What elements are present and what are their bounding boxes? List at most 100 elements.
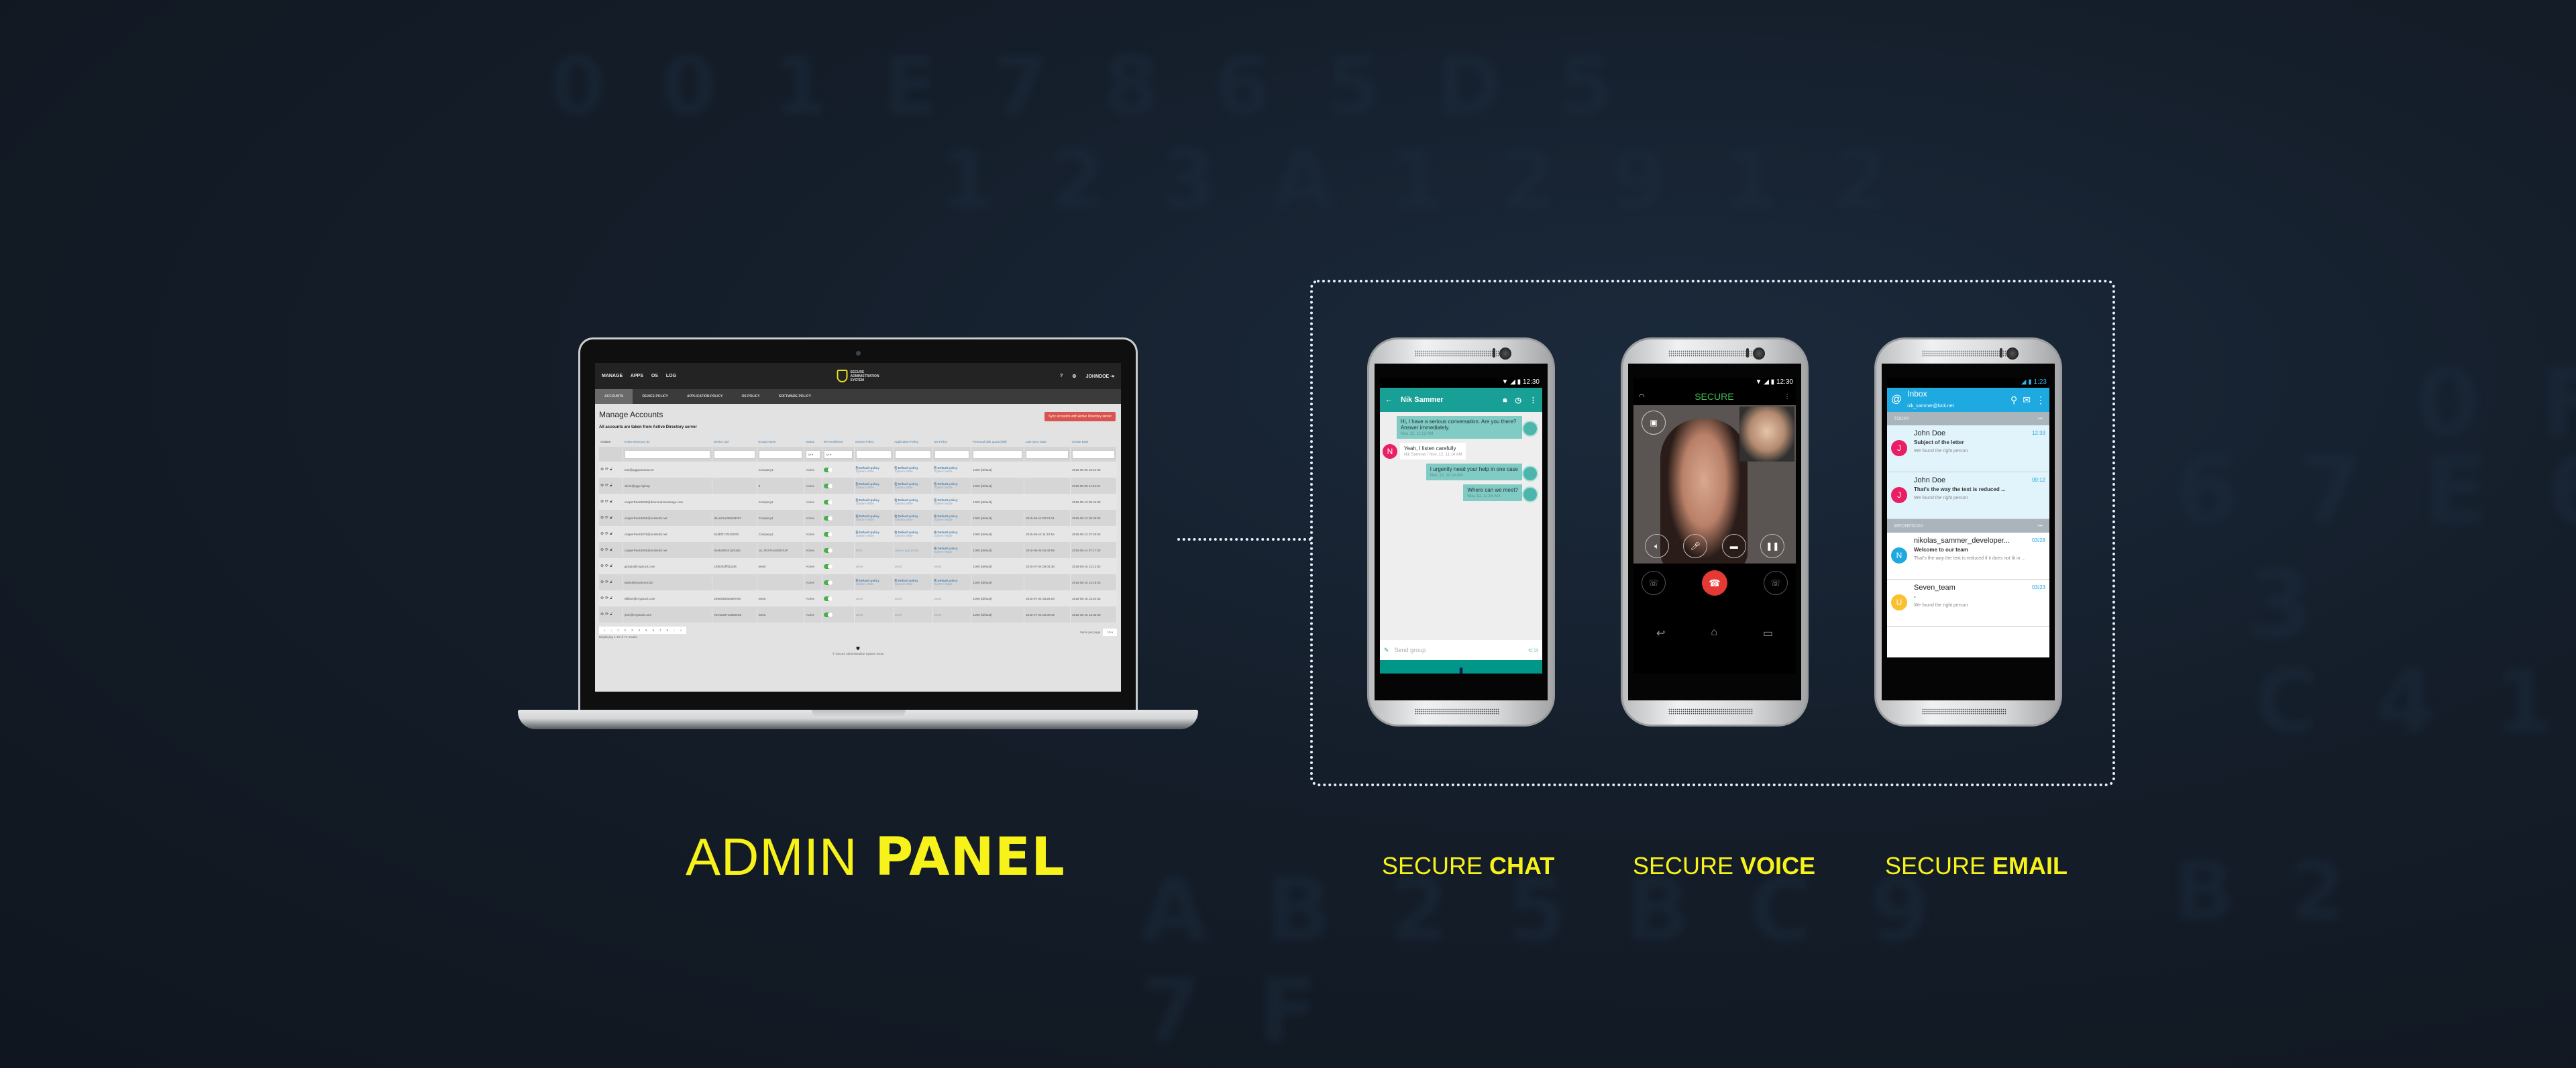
video-button[interactable]: ▬	[1721, 534, 1746, 558]
os-policy[interactable]: wtest	[932, 590, 972, 606]
more-vert-icon[interactable]: ⋮	[2036, 394, 2045, 406]
tab-software-policy[interactable]: SOFTWARE POLICY	[769, 389, 820, 404]
column-header[interactable]: Actions	[599, 436, 623, 447]
nav-log[interactable]: LOG	[666, 374, 676, 378]
reenroll-toggle[interactable]	[824, 596, 833, 601]
unlock-icon[interactable]: 🔓︎	[610, 500, 614, 504]
ad-id-link[interactable]: casperPack5091@nsdss48.net	[623, 542, 713, 558]
app-policy[interactable]: wtest	[893, 558, 933, 574]
tab-application-policy[interactable]: APPLICATION POLICY	[678, 389, 733, 404]
os-policy[interactable]: wtest	[932, 558, 972, 574]
refresh-icon[interactable]: ⟳	[605, 468, 610, 472]
search-icon[interactable]: ⚲	[2010, 394, 2017, 406]
reenroll-toggle[interactable]	[824, 499, 833, 504]
app-policy[interactable]: ⎘ Default policy System Wide	[893, 574, 933, 590]
sync-ad-button[interactable]: Sync accounts with Active Directory serv…	[1044, 412, 1116, 421]
refresh-icon[interactable]: ⟳	[605, 548, 610, 552]
page-link[interactable]: 7	[657, 629, 664, 632]
more-horiz-icon[interactable]: •••	[2038, 524, 2043, 529]
hangup-button[interactable]: ☎︎	[1702, 570, 1727, 596]
delete-icon[interactable]: ⊗	[600, 500, 605, 504]
recents-nav-icon[interactable]: ▭	[1763, 627, 1773, 640]
page-link[interactable]: 2	[622, 629, 629, 632]
page-link[interactable]: 4	[636, 629, 643, 632]
shield-mail-icon[interactable]: @	[1891, 394, 1902, 406]
home-nav-icon[interactable]: ⌂	[1711, 627, 1717, 640]
page-link[interactable]: ‹	[608, 629, 615, 632]
unlock-icon[interactable]: 🔓︎	[610, 596, 614, 600]
delete-icon[interactable]: ⊗	[600, 516, 605, 520]
device-policy[interactable]: ⎘ Default policy System Wide	[854, 478, 894, 494]
page-link[interactable]: 5	[643, 629, 650, 632]
add-call-button[interactable]: ☏	[1642, 571, 1666, 595]
unlock-icon[interactable]: 🔓︎	[610, 612, 614, 617]
gear-icon[interactable]: ⚙	[1072, 374, 1076, 379]
unlock-icon[interactable]: 🔓︎	[610, 580, 614, 584]
ad-id-link[interactable]: test@pgppanama.me	[623, 462, 713, 478]
items-per-page-select[interactable]: 10 ▾	[1103, 629, 1117, 636]
ad-id-link[interactable]: jean@cryptuck.com	[623, 606, 713, 623]
unlock-icon[interactable]: 🔓︎	[610, 484, 614, 488]
filter-input[interactable]	[758, 449, 803, 459]
app-policy[interactable]: ⎘ Default policy System Wide	[893, 526, 933, 542]
nav-os[interactable]: OS	[651, 374, 658, 378]
walkie-talkie-icon[interactable]: ▮	[1459, 665, 1464, 674]
os-policy[interactable]: wtest	[932, 606, 972, 623]
more-horiz-icon[interactable]: •••	[2038, 417, 2043, 421]
device-policy[interactable]: wtest	[854, 590, 894, 606]
refresh-icon[interactable]: ⟳	[605, 532, 610, 536]
timer-icon[interactable]: ◷	[1515, 396, 1521, 405]
filter-input[interactable]	[894, 449, 931, 459]
page-link[interactable]: 6	[650, 629, 657, 632]
unlock-icon[interactable]: 🔓︎	[610, 532, 614, 536]
lock-icon[interactable]: 🔒︎	[1503, 396, 1507, 405]
ad-id-link[interactable]: silent@pgp.hiphop	[623, 478, 713, 494]
page-link[interactable]: «	[601, 629, 608, 632]
ad-id-link[interactable]: william@cryptuck.com	[623, 590, 713, 606]
nav-manage[interactable]: MANAGE	[602, 374, 623, 378]
attachment-icon[interactable]: ⊂⊃	[1528, 647, 1538, 654]
nav-apps[interactable]: APPS	[631, 374, 643, 378]
app-policy[interactable]: casper app policy	[893, 542, 933, 558]
switch-camera-button[interactable]: ▣	[1642, 411, 1666, 435]
filter-input[interactable]	[1072, 449, 1115, 459]
delete-icon[interactable]: ⊗	[600, 484, 605, 488]
page-link[interactable]: 1	[614, 629, 622, 632]
column-header[interactable]: Group Name	[757, 436, 804, 447]
mic-button[interactable]: 🎤︎	[1683, 534, 1708, 558]
more-vert-icon[interactable]: ⋮	[1784, 393, 1790, 400]
os-policy[interactable]: ⎘ Default policy System Wide	[932, 574, 972, 590]
unlock-icon[interactable]: 🔓︎	[610, 516, 614, 520]
mail-item[interactable]: J John Doe 09:12 That's the way the text is…	[1887, 472, 2049, 519]
device-policy[interactable]: ⎘ Default policy System Wide	[854, 510, 894, 526]
ad-id-link[interactable]: casperPack5635@diamondzmassage.com	[623, 494, 713, 510]
app-policy[interactable]: ⎘ Default policy System Wide	[893, 478, 933, 494]
delete-icon[interactable]: ⊗	[600, 612, 605, 617]
page-link[interactable]: »	[678, 629, 685, 632]
mail-item[interactable]: U Seven_team 03/23 - We found the right pers…	[1887, 580, 2049, 627]
refresh-icon[interactable]: ⟳	[605, 580, 610, 584]
filter-input[interactable]	[1026, 449, 1069, 459]
device-policy[interactable]: 9091	[854, 542, 894, 558]
reenroll-toggle[interactable]	[824, 531, 833, 537]
speaker-button[interactable]: 🔈︎	[1644, 534, 1669, 558]
app-policy[interactable]: wtest	[893, 606, 933, 623]
ad-id-link[interactable]: casperPack4075@nsdss48.net	[623, 526, 713, 542]
user-menu[interactable]: JOHNDOE ⇥	[1086, 374, 1114, 379]
reenroll-toggle[interactable]	[824, 515, 833, 521]
delete-icon[interactable]: ⊗	[600, 532, 605, 536]
ad-id-link[interactable]: sales@secphone.biz	[623, 574, 713, 590]
os-policy[interactable]: ⎘ Default policy System Wide	[932, 526, 972, 542]
column-header[interactable]: Last Sync Date	[1024, 436, 1071, 447]
app-policy[interactable]: ⎘ Default policy System Wide	[893, 494, 933, 510]
column-header[interactable]: Device Uid	[712, 436, 757, 447]
transfer-call-button[interactable]: ☏	[1764, 571, 1788, 595]
filter-select[interactable]: All ▾	[806, 449, 821, 459]
mail-item[interactable]: Nnikolas_sammer_developer... 03/28 Welcome…	[1887, 533, 2049, 580]
unlock-icon[interactable]: 🔓︎	[610, 468, 614, 472]
back-nav-icon[interactable]: ↩	[1656, 627, 1665, 640]
refresh-icon[interactable]: ⟳	[605, 596, 610, 600]
message-input[interactable]: Send group	[1395, 647, 1426, 653]
reenroll-toggle[interactable]	[824, 564, 833, 569]
reenroll-toggle[interactable]	[824, 483, 833, 488]
